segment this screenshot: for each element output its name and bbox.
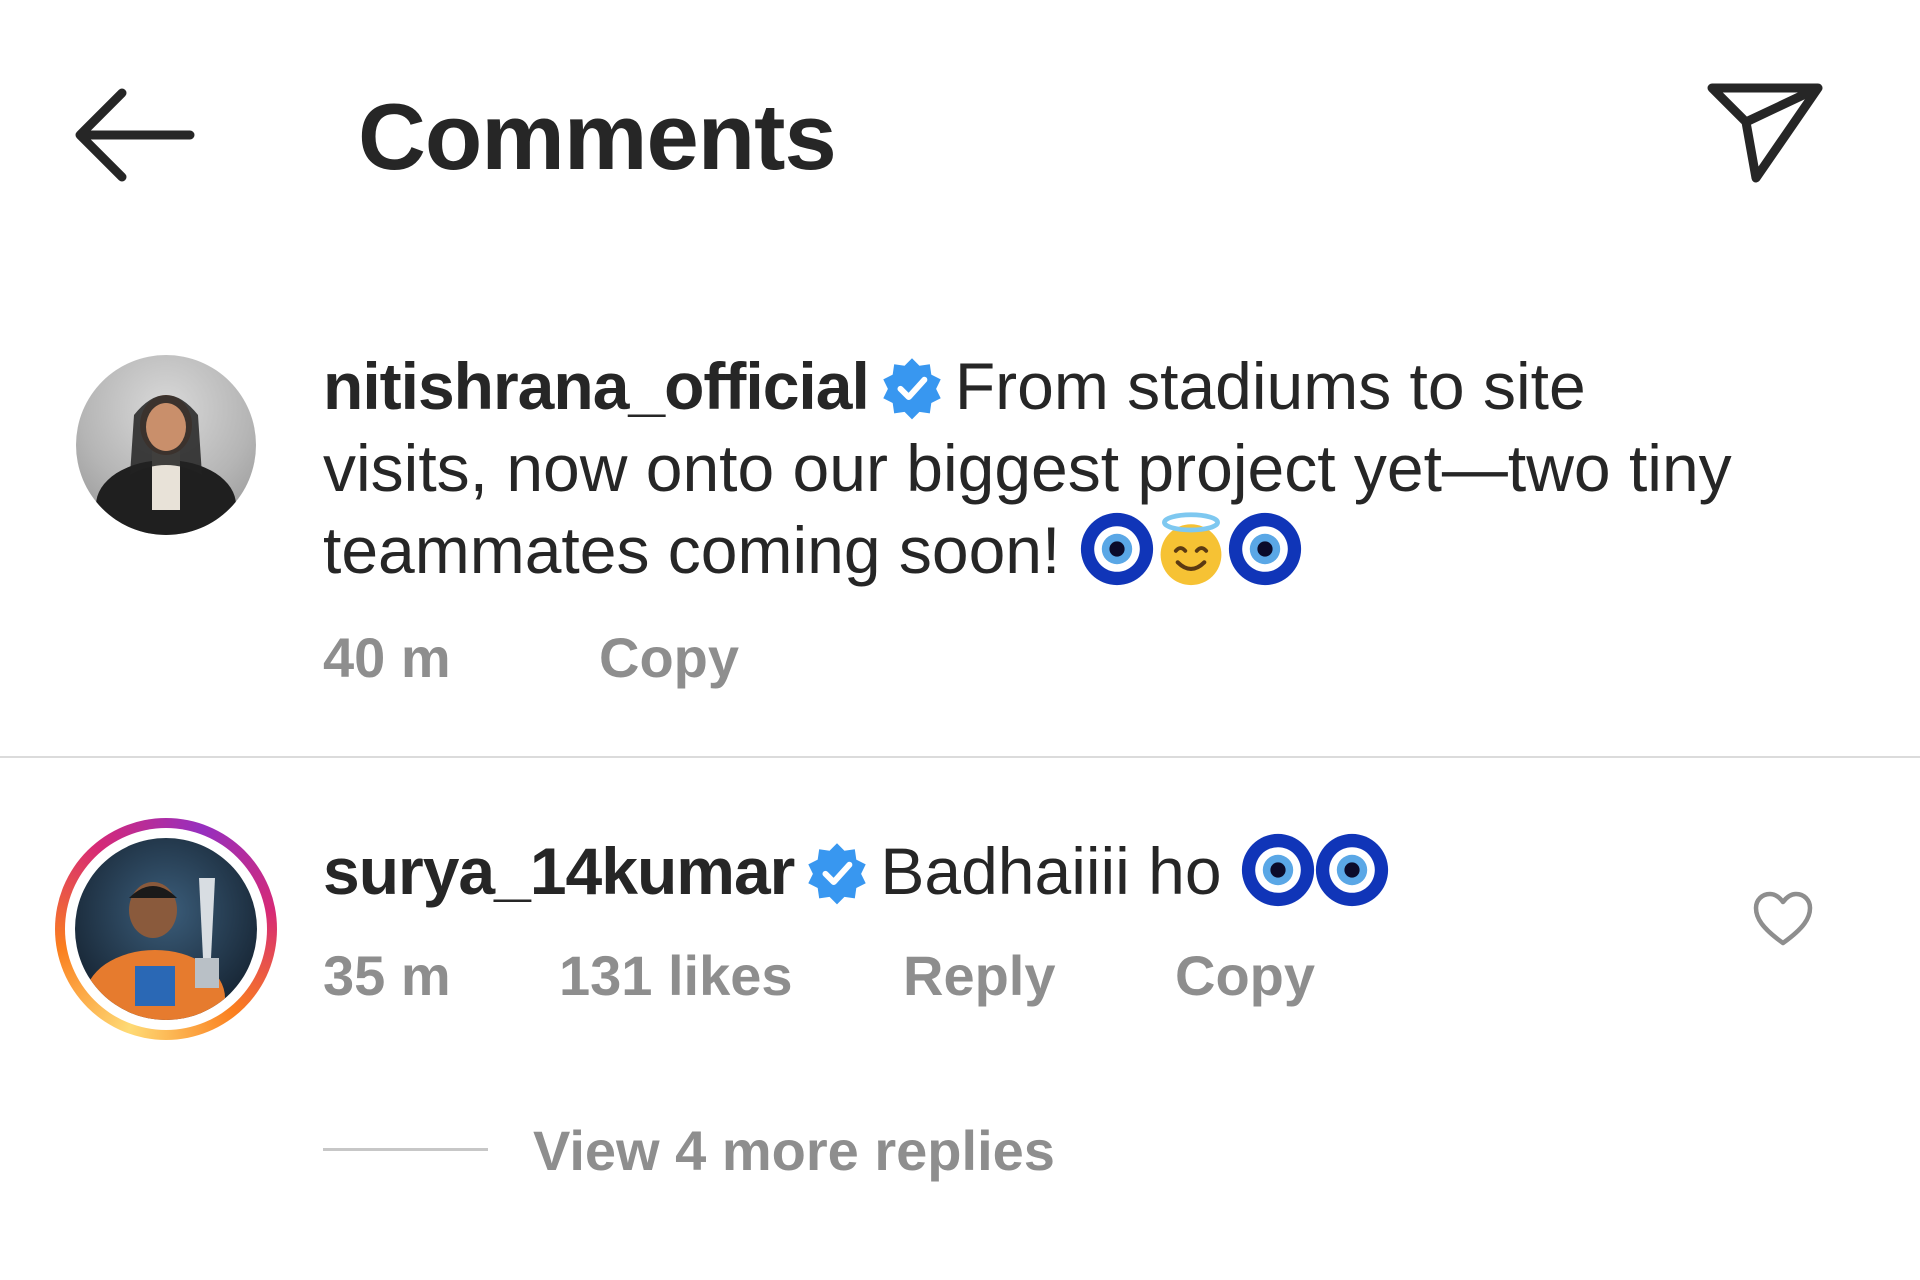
reply-button[interactable]: Reply xyxy=(903,943,1056,1008)
header: Comments xyxy=(0,0,1920,270)
page-title: Comments xyxy=(358,84,837,189)
avatar-image xyxy=(85,878,225,1020)
copy-button[interactable]: Copy xyxy=(599,625,739,690)
verified-badge-icon xyxy=(808,843,867,905)
comment-text: surya_14kumar Badhaiiii ho xyxy=(323,830,1743,912)
nazar-amulet-icon xyxy=(1228,512,1301,586)
smiling-face-with-halo-icon xyxy=(1160,512,1222,586)
share-button[interactable] xyxy=(1700,76,1830,196)
caption-text: nitishrana_official From stadiums to site… xyxy=(323,345,1743,591)
copy-button[interactable]: Copy xyxy=(1175,943,1315,1008)
username[interactable]: surya_14kumar xyxy=(323,834,795,908)
timestamp: 40 m xyxy=(323,626,451,689)
avatar-image xyxy=(96,395,236,535)
comments-screen: Comments nitishrana_official From stadium… xyxy=(0,0,1920,1280)
heart-outline-icon xyxy=(1753,891,1813,946)
verified-badge-icon xyxy=(883,358,941,420)
divider xyxy=(0,756,1920,758)
nazar-amulet-icon xyxy=(1241,833,1315,907)
timestamp: 35 m xyxy=(323,944,451,1007)
likes-count[interactable]: 131 likes xyxy=(559,943,793,1008)
avatar[interactable] xyxy=(76,355,256,535)
paper-plane-icon xyxy=(1707,83,1823,183)
nazar-amulet-icon xyxy=(1080,512,1153,586)
replies-divider-line xyxy=(323,1148,488,1151)
back-button[interactable] xyxy=(70,80,200,190)
avatar[interactable] xyxy=(75,838,257,1020)
like-button[interactable] xyxy=(1752,890,1814,948)
arrow-left-icon xyxy=(75,88,195,182)
view-more-replies-button[interactable]: View 4 more replies xyxy=(533,1118,1055,1183)
username[interactable]: nitishrana_official xyxy=(323,349,870,423)
nazar-amulet-icon xyxy=(1315,833,1389,907)
comment-body: Badhaiiii ho xyxy=(880,834,1222,908)
